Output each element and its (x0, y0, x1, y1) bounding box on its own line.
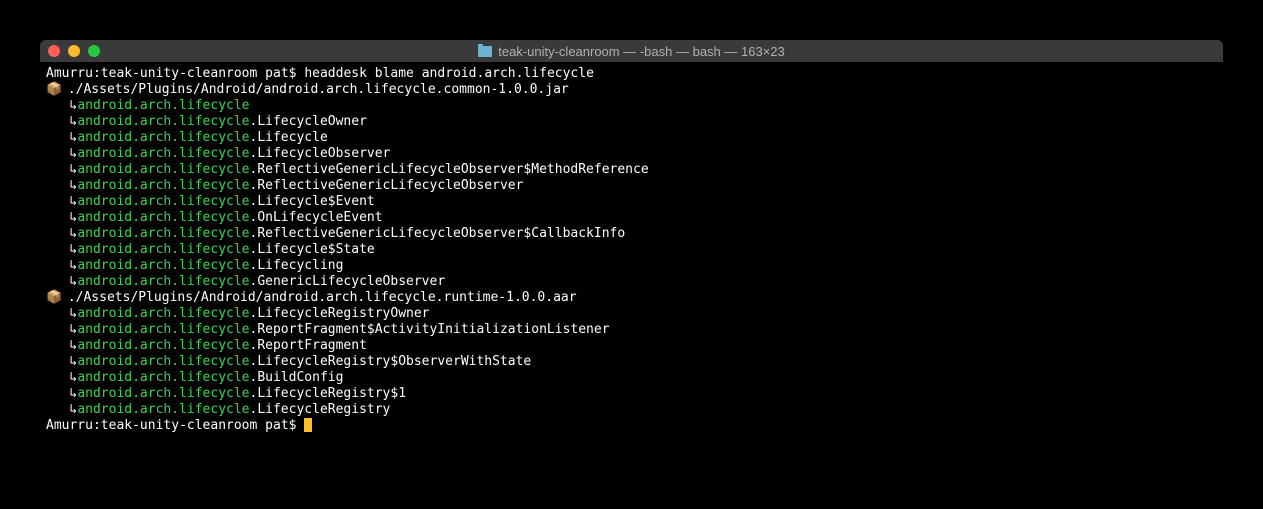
jar-path: ./Assets/Plugins/Android/android.arch.li… (68, 290, 577, 305)
class-entry: ↳android.arch.lifecycle.Lifecycle$State (46, 242, 1217, 258)
class-suffix: .ReportFragment (250, 338, 367, 353)
package-match: android.arch.lifecycle (77, 146, 249, 161)
class-suffix: .LifecycleRegistry$1 (250, 386, 407, 401)
class-entry: ↳android.arch.lifecycle.ReportFragment$A… (46, 322, 1217, 338)
folder-icon (478, 46, 492, 57)
prompt-path: teak-unity-cleanroom (101, 66, 258, 81)
class-suffix: .GenericLifecycleObserver (250, 274, 446, 289)
package-icon: 📦 (46, 82, 60, 98)
prompt-user: pat (265, 418, 288, 433)
class-entry: ↳android.arch.lifecycle.LifecycleObserve… (46, 146, 1217, 162)
package-match: android.arch.lifecycle (77, 130, 249, 145)
maximize-button[interactable] (88, 45, 100, 57)
package-match: android.arch.lifecycle (77, 114, 249, 129)
class-suffix: .LifecycleRegistry$ObserverWithState (250, 354, 532, 369)
class-suffix: .LifecycleRegistryOwner (250, 306, 430, 321)
prompt-host: Amurru (46, 66, 93, 81)
package-match: android.arch.lifecycle (77, 306, 249, 321)
package-match: android.arch.lifecycle (77, 386, 249, 401)
class-entry: ↳android.arch.lifecycle.LifecycleRegistr… (46, 402, 1217, 418)
class-entry: ↳android.arch.lifecycle.ReflectiveGeneri… (46, 178, 1217, 194)
class-suffix: .Lifecycling (250, 258, 344, 273)
package-match: android.arch.lifecycle (77, 370, 249, 385)
close-button[interactable] (48, 45, 60, 57)
class-entry: ↳android.arch.lifecycle.Lifecycle (46, 130, 1217, 146)
class-entry: ↳android.arch.lifecycle.BuildConfig (46, 370, 1217, 386)
class-suffix: .LifecycleObserver (250, 146, 391, 161)
class-suffix: .BuildConfig (250, 370, 344, 385)
class-entry: ↳android.arch.lifecycle (46, 98, 1217, 114)
prompt-line-1: Amurru:teak-unity-cleanroom pat$ headdes… (46, 66, 1217, 82)
prompt-host: Amurru (46, 418, 93, 433)
package-match: android.arch.lifecycle (77, 178, 249, 193)
jar-path: ./Assets/Plugins/Android/android.arch.li… (68, 82, 569, 97)
cursor (304, 418, 312, 432)
traffic-lights (48, 45, 100, 57)
window-title-text: teak-unity-cleanroom — -bash — bash — 16… (498, 44, 785, 59)
package-match: android.arch.lifecycle (77, 194, 249, 209)
package-match: android.arch.lifecycle (77, 338, 249, 353)
class-entry: ↳android.arch.lifecycle.LifecycleRegistr… (46, 354, 1217, 370)
prompt-path: teak-unity-cleanroom (101, 418, 258, 433)
class-suffix: .Lifecycle$State (250, 242, 375, 257)
terminal-body[interactable]: Amurru:teak-unity-cleanroom pat$ headdes… (40, 62, 1223, 442)
class-suffix: .Lifecycle (250, 130, 328, 145)
package-match: android.arch.lifecycle (77, 98, 249, 113)
class-entry: ↳android.arch.lifecycle.ReflectiveGeneri… (46, 226, 1217, 242)
class-entry: ↳android.arch.lifecycle.LifecycleOwner (46, 114, 1217, 130)
class-entry: ↳android.arch.lifecycle.Lifecycling (46, 258, 1217, 274)
class-entry: ↳android.arch.lifecycle.LifecycleRegistr… (46, 306, 1217, 322)
titlebar: teak-unity-cleanroom — -bash — bash — 16… (40, 40, 1223, 62)
package-match: android.arch.lifecycle (77, 210, 249, 225)
class-entry: ↳android.arch.lifecycle.OnLifecycleEvent (46, 210, 1217, 226)
command-text: headdesk blame android.arch.lifecycle (304, 66, 594, 81)
terminal-window: teak-unity-cleanroom — -bash — bash — 16… (40, 40, 1223, 442)
class-entry: ↳android.arch.lifecycle.ReflectiveGeneri… (46, 162, 1217, 178)
package-match: android.arch.lifecycle (77, 226, 249, 241)
class-suffix: .LifecycleOwner (250, 114, 367, 129)
class-suffix: .ReportFragment$ActivityInitializationLi… (250, 322, 610, 337)
class-suffix: .Lifecycle$Event (250, 194, 375, 209)
jar-line-2: 📦 ./Assets/Plugins/Android/android.arch.… (46, 290, 1217, 306)
package-match: android.arch.lifecycle (77, 258, 249, 273)
class-suffix: .ReflectiveGenericLifecycleObserver$Meth… (250, 162, 649, 177)
class-entry: ↳android.arch.lifecycle.LifecycleRegistr… (46, 386, 1217, 402)
class-entry: ↳android.arch.lifecycle.ReportFragment (46, 338, 1217, 354)
class-entry: ↳android.arch.lifecycle.Lifecycle$Event (46, 194, 1217, 210)
minimize-button[interactable] (68, 45, 80, 57)
window-title: teak-unity-cleanroom — -bash — bash — 16… (40, 44, 1223, 59)
class-entry: ↳android.arch.lifecycle.GenericLifecycle… (46, 274, 1217, 290)
prompt-line-2: Amurru:teak-unity-cleanroom pat$ (46, 418, 1217, 434)
class-suffix: .LifecycleRegistry (250, 402, 391, 417)
package-match: android.arch.lifecycle (77, 322, 249, 337)
package-match: android.arch.lifecycle (77, 242, 249, 257)
package-match: android.arch.lifecycle (77, 274, 249, 289)
jar-line-1: 📦 ./Assets/Plugins/Android/android.arch.… (46, 82, 1217, 98)
class-suffix: .OnLifecycleEvent (250, 210, 383, 225)
package-match: android.arch.lifecycle (77, 162, 249, 177)
class-suffix: .ReflectiveGenericLifecycleObserver$Call… (250, 226, 626, 241)
package-icon: 📦 (46, 290, 60, 306)
class-suffix: .ReflectiveGenericLifecycleObserver (250, 178, 524, 193)
prompt-user: pat (265, 66, 288, 81)
package-match: android.arch.lifecycle (77, 354, 249, 369)
package-match: android.arch.lifecycle (77, 402, 249, 417)
